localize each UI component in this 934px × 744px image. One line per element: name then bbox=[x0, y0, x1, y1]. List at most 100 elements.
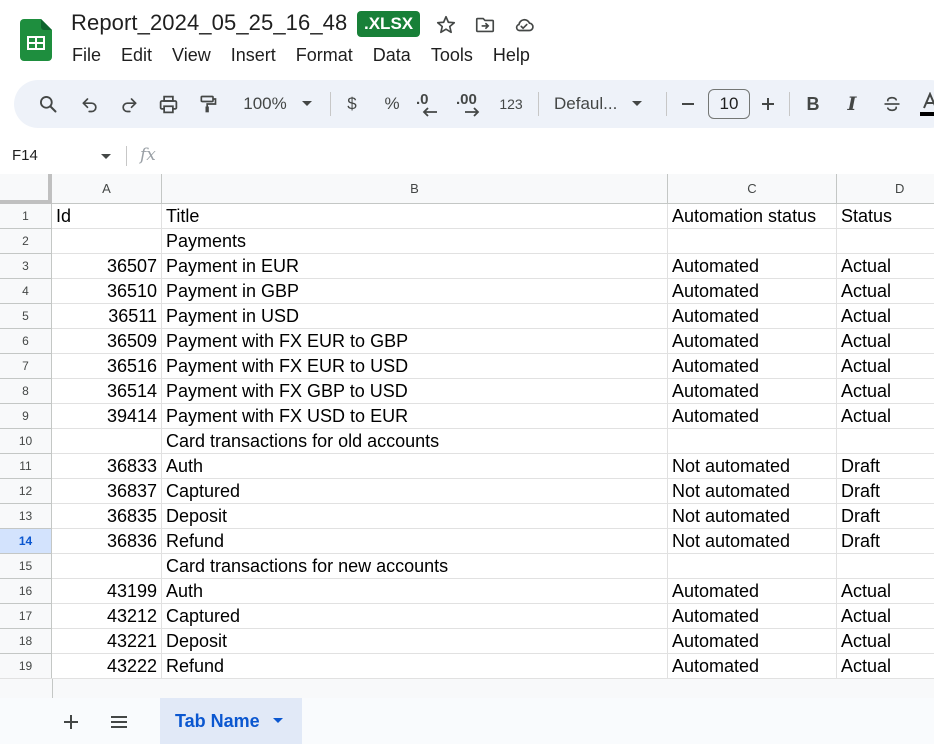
row-header[interactable]: 4 bbox=[0, 279, 52, 304]
menu-tools[interactable]: Tools bbox=[421, 42, 483, 68]
increase-decimal-button[interactable]: .00 bbox=[456, 90, 488, 118]
cell-status[interactable]: Actual bbox=[837, 629, 934, 654]
cell-automation-status[interactable] bbox=[668, 429, 837, 454]
cell-title[interactable]: Payment in EUR bbox=[162, 254, 668, 279]
menu-help[interactable]: Help bbox=[483, 42, 540, 68]
chevron-down-icon[interactable] bbox=[272, 717, 284, 725]
cell-automation-status[interactable]: Not automated bbox=[668, 454, 837, 479]
cell-status[interactable]: Actual bbox=[837, 354, 934, 379]
cell-title[interactable]: Auth bbox=[162, 454, 668, 479]
cell-automation-status[interactable]: Automated bbox=[668, 304, 837, 329]
cell-status[interactable]: Actual bbox=[837, 579, 934, 604]
cell-automation-status[interactable]: Automated bbox=[668, 279, 837, 304]
cell-automation-status[interactable]: Automated bbox=[668, 404, 837, 429]
row-header[interactable]: 15 bbox=[0, 554, 52, 579]
menu-file[interactable]: File bbox=[62, 42, 111, 68]
cell-title[interactable]: Payment in USD bbox=[162, 304, 668, 329]
row-header[interactable]: 16 bbox=[0, 579, 52, 604]
column-header-a[interactable]: A bbox=[52, 174, 162, 204]
cell-title[interactable]: Title bbox=[162, 204, 668, 229]
cell-automation-status[interactable]: Automated bbox=[668, 629, 837, 654]
cell-title[interactable]: Card transactions for old accounts bbox=[162, 429, 668, 454]
cell-automation-status[interactable]: Automated bbox=[668, 379, 837, 404]
sheets-logo-icon[interactable] bbox=[20, 19, 52, 61]
cell-automation-status[interactable]: Automated bbox=[668, 329, 837, 354]
cell-automation-status[interactable]: Automated bbox=[668, 254, 837, 279]
cell-id[interactable]: 36510 bbox=[52, 279, 162, 304]
cell-status[interactable]: Draft bbox=[837, 454, 934, 479]
row-header[interactable]: 17 bbox=[0, 604, 52, 629]
cell-id[interactable]: 43222 bbox=[52, 654, 162, 679]
cell-automation-status[interactable]: Automated bbox=[668, 604, 837, 629]
name-box[interactable]: F14 bbox=[12, 147, 38, 164]
more-formats-button[interactable]: 123 bbox=[496, 90, 526, 118]
all-sheets-menu-icon[interactable] bbox=[106, 709, 132, 735]
font-size-input[interactable]: 10 bbox=[708, 89, 750, 119]
cell-automation-status[interactable] bbox=[668, 554, 837, 579]
zoom-select[interactable]: 100% bbox=[236, 90, 320, 118]
font-select[interactable]: Defaul... bbox=[554, 90, 654, 118]
print-button[interactable] bbox=[156, 90, 180, 118]
cell-status[interactable] bbox=[837, 229, 934, 254]
cell-title[interactable]: Auth bbox=[162, 579, 668, 604]
menu-data[interactable]: Data bbox=[363, 42, 421, 68]
cell-title[interactable]: Payments bbox=[162, 229, 668, 254]
cell-id[interactable]: 36516 bbox=[52, 354, 162, 379]
cell-automation-status[interactable]: Automation status bbox=[668, 204, 837, 229]
cell-status[interactable]: Actual bbox=[837, 654, 934, 679]
move-to-folder-icon[interactable] bbox=[474, 14, 496, 36]
cell-id[interactable]: 36509 bbox=[52, 329, 162, 354]
chevron-down-icon[interactable] bbox=[100, 153, 112, 161]
cell-automation-status[interactable]: Not automated bbox=[668, 529, 837, 554]
redo-button[interactable] bbox=[117, 90, 141, 118]
cell-title[interactable]: Captured bbox=[162, 604, 668, 629]
row-header[interactable]: 11 bbox=[0, 454, 52, 479]
cell-status[interactable] bbox=[837, 429, 934, 454]
cell-id[interactable]: Id bbox=[52, 204, 162, 229]
row-header[interactable]: 3 bbox=[0, 254, 52, 279]
row-header[interactable]: 10 bbox=[0, 429, 52, 454]
cell-id[interactable] bbox=[52, 554, 162, 579]
format-percent-button[interactable]: % bbox=[380, 90, 404, 118]
cell-status[interactable]: Actual bbox=[837, 329, 934, 354]
search-menus-button[interactable] bbox=[36, 90, 60, 118]
paint-format-button[interactable] bbox=[196, 90, 220, 118]
cell-id[interactable]: 36837 bbox=[52, 479, 162, 504]
cell-id[interactable]: 36507 bbox=[52, 254, 162, 279]
row-header[interactable]: 8 bbox=[0, 379, 52, 404]
sheet-tab[interactable]: Tab Name bbox=[160, 698, 302, 744]
cell-id[interactable]: 43199 bbox=[52, 579, 162, 604]
format-currency-button[interactable]: $ bbox=[340, 90, 364, 118]
cell-automation-status[interactable]: Not automated bbox=[668, 504, 837, 529]
cell-title[interactable]: Payment with FX EUR to USD bbox=[162, 354, 668, 379]
cell-title[interactable]: Refund bbox=[162, 654, 668, 679]
italic-button[interactable]: I bbox=[841, 90, 863, 118]
cell-status[interactable] bbox=[837, 554, 934, 579]
strikethrough-button[interactable] bbox=[880, 90, 904, 118]
cell-status[interactable]: Actual bbox=[837, 254, 934, 279]
text-color-button[interactable] bbox=[918, 90, 934, 118]
cell-title[interactable]: Payment with FX EUR to GBP bbox=[162, 329, 668, 354]
add-sheet-icon[interactable] bbox=[58, 709, 84, 735]
cloud-saved-icon[interactable] bbox=[513, 14, 535, 36]
row-header[interactable]: 2 bbox=[0, 229, 52, 254]
cell-id[interactable]: 39414 bbox=[52, 404, 162, 429]
cell-status[interactable]: Draft bbox=[837, 504, 934, 529]
cell-title[interactable]: Payment in GBP bbox=[162, 279, 668, 304]
spreadsheet-grid[interactable]: A B C D 1 Id Title Automation status Status 2… bbox=[0, 174, 934, 679]
cell-status[interactable]: Actual bbox=[837, 279, 934, 304]
row-header[interactable]: 18 bbox=[0, 629, 52, 654]
cell-id[interactable]: 36833 bbox=[52, 454, 162, 479]
cell-status[interactable]: Actual bbox=[837, 379, 934, 404]
cell-title[interactable]: Payment with FX USD to EUR bbox=[162, 404, 668, 429]
cell-id[interactable] bbox=[52, 429, 162, 454]
cell-title[interactable]: Deposit bbox=[162, 504, 668, 529]
bold-button[interactable]: B bbox=[802, 90, 824, 118]
row-header[interactable]: 12 bbox=[0, 479, 52, 504]
cell-id[interactable]: 36836 bbox=[52, 529, 162, 554]
cell-automation-status[interactable]: Automated bbox=[668, 654, 837, 679]
cell-title[interactable]: Refund bbox=[162, 529, 668, 554]
cell-status[interactable]: Actual bbox=[837, 404, 934, 429]
cell-title[interactable]: Captured bbox=[162, 479, 668, 504]
row-header[interactable]: 1 bbox=[0, 204, 52, 229]
